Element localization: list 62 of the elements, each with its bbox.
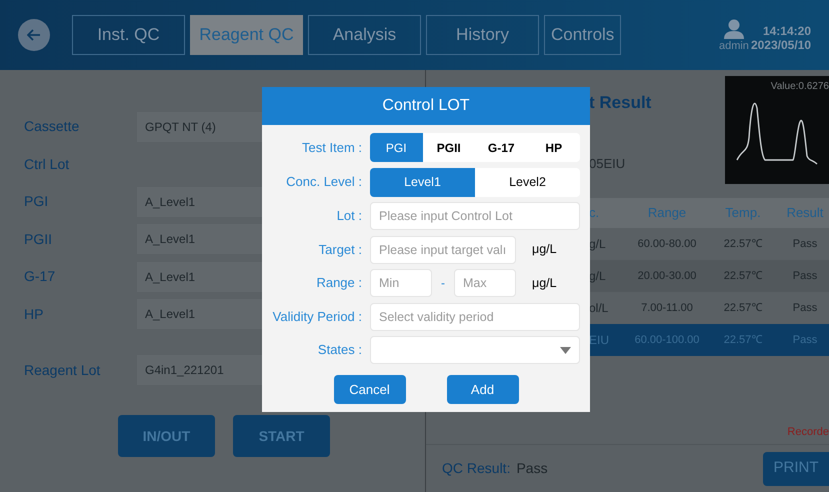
field-label: PGII [24,230,54,249]
field-label: Cassette [24,117,80,136]
action-button[interactable]: IN/OUT [118,415,215,457]
user-icon [722,18,745,38]
segment-option[interactable]: Level2 [475,168,580,196]
field-label: HP [24,304,44,324]
qc-result-value: Pass [516,459,548,478]
table-cell-text: 60.00-80.00 [636,236,698,252]
dialog-button[interactable]: Add [446,375,518,404]
clock-time: 14:14:20 [762,24,811,38]
table-cell-text: Pass [792,236,818,252]
field-label: Range : [315,274,363,292]
dropdown-caret-icon [560,346,571,354]
segment-option[interactable]: PGI [370,133,422,162]
segment-option[interactable]: G-17 [475,133,528,162]
field-label: Lot : [336,207,363,226]
field-label: G-17 [24,267,56,286]
field-label: Test Item : [301,138,363,157]
record-note: Recorde [787,424,829,440]
field-label: Reagent Lot [24,360,102,380]
max-field[interactable]: Max [454,269,516,297]
column-header: Range [646,204,688,222]
field-label: PGI [24,192,50,212]
user-name: admin [718,40,749,52]
validity-field[interactable]: Select validity period [370,302,580,330]
dialog-button[interactable]: Cancel [334,375,406,404]
action-button[interactable]: START [233,415,330,457]
table-cell-text: ol/L [589,300,610,317]
nav-tab[interactable]: Inst. QC [72,15,185,55]
segment-option[interactable]: Level1 [370,168,475,196]
min-field[interactable]: Min [370,269,432,297]
lot-field[interactable]: Please input Control Lot [370,202,580,230]
nav-tab[interactable]: Analysis [308,15,421,55]
table-cell-text: 22.57℃ [722,236,764,252]
nav-tab[interactable]: History [426,15,539,55]
qc-result-label: QC Result: [442,459,510,478]
unit-label: μg/L [532,241,557,258]
nav-tab[interactable]: Controls [544,15,622,55]
result-title: t Result [589,92,652,114]
clock-date: 2023/05/10 [750,38,811,52]
field-label: States : [316,341,363,360]
column-header: Result [786,204,824,222]
back-button[interactable] [18,19,50,51]
field-label: Conc. Level : [285,173,363,192]
sample-id: 05EIU [589,154,626,172]
segment-option[interactable]: PGII [422,133,475,162]
target-field[interactable]: Please input target valı [370,236,516,264]
range-dash: - [440,275,446,292]
field-label: Target : [318,240,363,259]
dialog-title: Control LOT [262,87,590,125]
table-cell-text: 22.57℃ [722,300,764,316]
table-cell-text: g/L [589,236,607,253]
column-header: Temp. [724,204,762,222]
chart-value: Value:0.6276 [770,80,829,94]
segment-option[interactable]: HP [528,133,580,162]
table-cell-text: Pass [792,300,818,316]
print-button[interactable]: PRINT [763,452,829,486]
table-cell-text: 7.00-11.00 [640,300,694,316]
back-arrow-icon [27,29,41,41]
unit-label: μg/L [532,274,557,292]
field-label: Ctrl Lot [24,154,70,174]
nav-tab[interactable]: Reagent QC [190,15,303,55]
